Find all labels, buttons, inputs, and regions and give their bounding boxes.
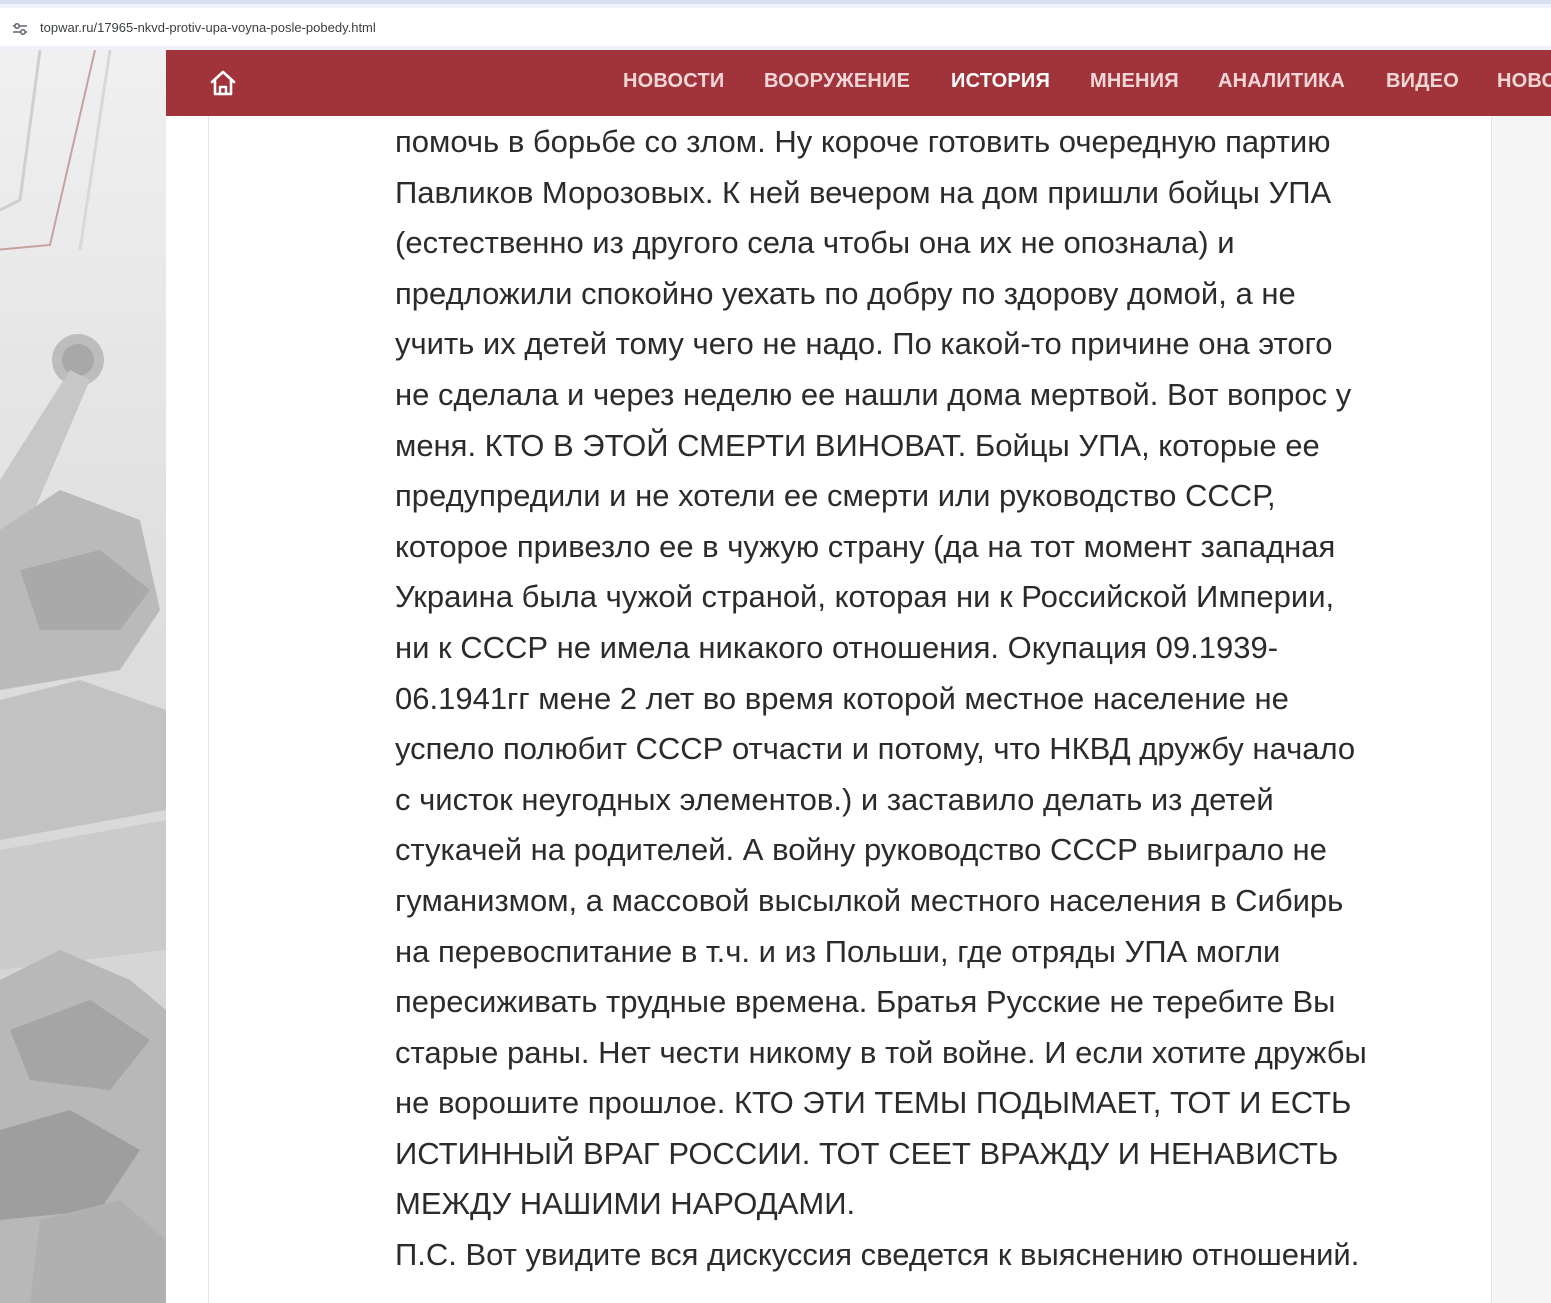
comment-line: Павликов Морозовых. К ней вечером на дом… xyxy=(395,174,1332,210)
comment-line: гуманизмом, а массовой высылкой местного… xyxy=(395,882,1344,918)
comment-line: предупредили и не хотели ее смерти или р… xyxy=(395,478,1276,514)
comment-line: предложили спокойно уехать по добру по з… xyxy=(395,275,1296,311)
nav-item-history[interactable]: ИСТОРИЯ xyxy=(951,70,1050,93)
comment-line: стукачей на родителей. А войну руководст… xyxy=(395,832,1327,868)
address-bar[interactable]: topwar.ru/17965-nkvd-protiv-upa-voyna-po… xyxy=(0,8,1551,46)
main-navigation: НОВОСТИ ВООРУЖЕНИЕ ИСТОРИЯ МНЕНИЯ АНАЛИТ… xyxy=(166,50,1551,116)
comment-line: меня. КТО В ЭТОЙ СМЕРТИ ВИНОВАТ. Бойцы У… xyxy=(395,427,1320,463)
nav-item-news[interactable]: НОВОСТИ xyxy=(623,70,724,93)
comment-line: ИСТИННЫЙ ВРАГ РОССИИ. ТОТ СЕЕТ ВРАЖДУ И … xyxy=(395,1135,1339,1171)
comment-line: на перевоспитание в т.ч. и из Польши, гд… xyxy=(395,933,1281,969)
comment-line: учить их детей тому чего не надо. По как… xyxy=(395,326,1333,362)
nav-item-weapons[interactable]: ВООРУЖЕНИЕ xyxy=(764,70,910,93)
tune-icon[interactable] xyxy=(12,22,28,36)
nav-item-video[interactable]: ВИДЕО xyxy=(1386,70,1459,93)
comment-line: (естественно из другого села чтобы она и… xyxy=(395,225,1235,261)
background-artwork xyxy=(0,50,166,1303)
comment-line: пересиживать трудные времена. Братья Рус… xyxy=(395,984,1336,1020)
comment-line: не сделала и через неделю ее нашли дома … xyxy=(395,376,1352,412)
background-illustration xyxy=(0,50,166,1303)
comment-line: ни к СССР не имела никакого отношения. О… xyxy=(395,629,1279,665)
url-text[interactable]: topwar.ru/17965-nkvd-protiv-upa-voyna-po… xyxy=(40,20,376,35)
nav-item-news-2[interactable]: НОВОСТИ xyxy=(1497,70,1551,93)
nav-item-opinions[interactable]: МНЕНИЯ xyxy=(1090,70,1179,93)
comment-line: Украина была чужой страной, которая ни к… xyxy=(395,579,1335,615)
comment-line: помочь в борьбе со злом. Ну короче готов… xyxy=(395,124,1331,159)
comment-line: старые раны. Нет чести никому в той войн… xyxy=(395,1034,1367,1070)
comment-line: которое привезло ее в чужую страну (да н… xyxy=(395,528,1336,564)
nav-item-analytics[interactable]: АНАЛИТИКА xyxy=(1218,70,1345,93)
comment-line: не ворошите прошлое. КТО ЭТИ ТЕМЫ ПОДЫМА… xyxy=(395,1085,1352,1121)
right-page-margin xyxy=(1492,116,1551,1303)
comment-line: с чисток неугодных элементов.) и застави… xyxy=(395,781,1274,817)
home-icon[interactable] xyxy=(208,68,238,98)
comment-line: МЕЖДУ НАШИМИ НАРОДАМИ. xyxy=(395,1186,856,1222)
browser-toolbar: topwar.ru/17965-nkvd-protiv-upa-voyna-po… xyxy=(0,0,1551,50)
comment-line: успело полюбит СССР отчасти и потому, чт… xyxy=(395,731,1356,767)
comment-line: П.С. Вот увидите вся дискуссия сведется … xyxy=(395,1237,1360,1273)
comment-line: 06.1941гг мене 2 лет во время которой ме… xyxy=(395,680,1289,716)
comment-body: помочь в борьбе со злом. Ну короче готов… xyxy=(395,117,1465,1281)
